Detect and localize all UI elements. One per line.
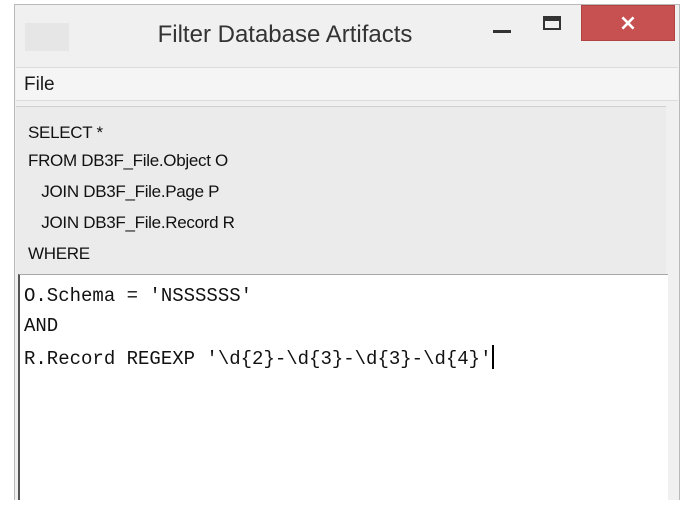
menu-file[interactable]: File [24,74,55,96]
query-join-record-line: JOIN DB3F_File.Record R [28,213,235,232]
text-caret [492,345,495,369]
maximize-icon [543,16,561,30]
query-join-page-line: JOIN DB3F_File.Page P [28,182,220,201]
editor-line-3: R.Record REGEXP '\d{2}-\d{3}-\d{3}-\d{4}… [24,345,495,370]
editor-line-2: AND [24,315,59,337]
maximize-button[interactable] [531,5,579,41]
query-from-line: FROM DB3F_File.Object O [28,151,228,170]
query-prefix-panel: SELECT * FROM DB3F_File.Object O JOIN DB… [16,106,666,274]
menu-bar: File [16,67,678,101]
title-bar[interactable]: Filter Database Artifacts × [15,5,679,67]
where-clause-editor[interactable]: O.Schema = 'NSSSSSS' AND R.Record REGEXP… [18,274,668,500]
window-title: Filter Database Artifacts [157,21,413,48]
query-select-line: SELECT * [28,123,103,142]
close-icon: × [618,11,638,36]
minimize-icon [493,30,511,33]
bottom-strip [0,500,686,510]
close-button[interactable]: × [581,5,675,41]
editor-line-3-text: R.Record REGEXP '\d{2}-\d{3}-\d{3}-\d{4}… [24,348,492,370]
editor-line-1: O.Schema = 'NSSSSSS' [24,285,253,307]
minimize-button[interactable] [479,5,527,41]
query-where-line: WHERE [28,244,90,263]
